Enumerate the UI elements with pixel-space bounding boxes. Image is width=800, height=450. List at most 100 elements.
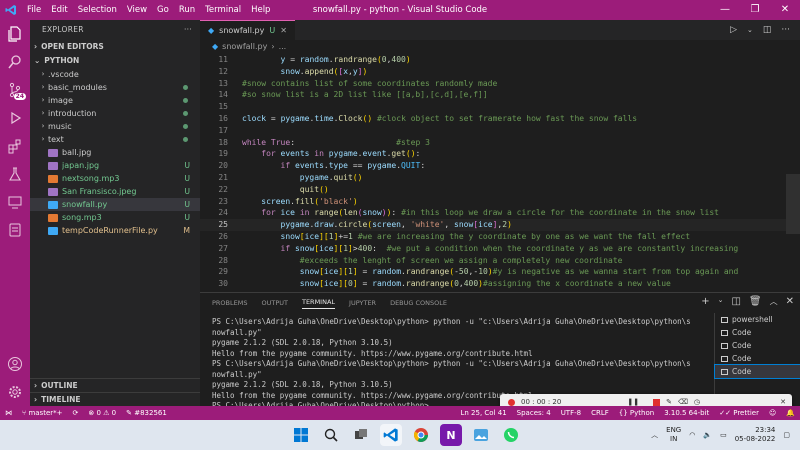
folder-section[interactable]: ⌄ PYTHON bbox=[30, 54, 200, 68]
wifi-icon[interactable]: ◠ bbox=[689, 431, 695, 439]
system-clock[interactable]: 23:34 05-08-2022 bbox=[735, 426, 776, 444]
terminal-instance[interactable]: powershell bbox=[715, 313, 800, 326]
volume-icon[interactable]: 🔈 bbox=[703, 431, 712, 439]
tab-debug-console[interactable]: DEBUG CONSOLE bbox=[390, 299, 447, 307]
onenote-icon[interactable]: N bbox=[440, 424, 462, 446]
close-panel-icon[interactable]: ✕ bbox=[786, 296, 794, 307]
minimize-button[interactable]: — bbox=[710, 0, 740, 20]
search-icon[interactable] bbox=[0, 48, 30, 76]
file-item[interactable]: japan.jpg U bbox=[30, 159, 200, 172]
code-line[interactable]: 23 screen.fill('black') bbox=[200, 196, 786, 208]
source-control-icon[interactable]: 24 bbox=[0, 76, 30, 104]
tab-jupyter[interactable]: JUPYTER bbox=[349, 299, 376, 307]
tab-problems[interactable]: PROBLEMS bbox=[212, 299, 247, 307]
code-line[interactable]: 27 if snow[ice][1]>400: #we put a condit… bbox=[200, 243, 786, 255]
new-terminal-icon[interactable]: + bbox=[701, 296, 709, 307]
encoding[interactable]: UTF-8 bbox=[556, 409, 586, 417]
tab-terminal[interactable]: TERMINAL bbox=[301, 298, 336, 309]
tab-snowfall-py[interactable]: ◆ snowfall.py U ✕ bbox=[200, 20, 295, 40]
problems-indicator[interactable]: ⊗ 0 ⚠ 0 bbox=[83, 409, 121, 417]
indentation[interactable]: Spaces: 4 bbox=[512, 409, 556, 417]
run-python-file-icon[interactable]: ▷ bbox=[730, 25, 737, 35]
code-line[interactable]: 12 snow.append([x,y]) bbox=[200, 66, 786, 78]
code-line[interactable]: 20 if events.type == pygame.QUIT: bbox=[200, 160, 786, 172]
file-item[interactable]: nextsong.mp3 U bbox=[30, 172, 200, 185]
code-line[interactable]: 21 pygame.quit() bbox=[200, 172, 786, 184]
trash-icon[interactable]: 🗑 bbox=[749, 296, 762, 307]
clock-icon[interactable]: ◷ bbox=[694, 398, 700, 406]
branch-indicator[interactable]: ⑂ master*+ bbox=[17, 409, 68, 417]
close-button[interactable]: ✕ bbox=[770, 0, 800, 20]
language-mode[interactable]: {} Python bbox=[614, 409, 659, 417]
menu-item-file[interactable]: File bbox=[22, 5, 46, 15]
timeline-section[interactable]: › TIMELINE bbox=[30, 393, 200, 407]
file-item[interactable]: tempCodeRunnerFile.py M bbox=[30, 224, 200, 237]
language-indicator[interactable]: ENG IN bbox=[666, 426, 681, 444]
menu-item-selection[interactable]: Selection bbox=[73, 5, 122, 15]
split-terminal-icon[interactable]: ◫ bbox=[731, 296, 740, 307]
folder-item[interactable]: › music bbox=[30, 120, 200, 133]
remote-icon[interactable]: ⋈ bbox=[0, 409, 17, 417]
file-item[interactable]: song.mp3 U bbox=[30, 211, 200, 224]
chevron-up-icon[interactable]: ︿ bbox=[651, 430, 658, 440]
folder-item[interactable]: › image bbox=[30, 94, 200, 107]
search-icon[interactable] bbox=[320, 424, 342, 446]
code-line[interactable]: 16 clock = pygame.time.Clock() #clock obj… bbox=[200, 113, 786, 125]
terminal-instance[interactable]: Code bbox=[714, 364, 800, 379]
minimap[interactable] bbox=[786, 54, 800, 290]
breadcrumb-file[interactable]: snowfall.py bbox=[222, 40, 267, 54]
code-line[interactable]: 19 for events in pygame.event.get(): bbox=[200, 148, 786, 160]
folder-item[interactable]: › basic_modules bbox=[30, 81, 200, 94]
terminal-instance[interactable]: Code bbox=[715, 352, 800, 365]
folder-item[interactable]: › .vscode bbox=[30, 68, 200, 81]
code-line[interactable]: 25 pygame.draw.circle(screen, 'white', s… bbox=[200, 219, 786, 231]
code-line[interactable]: 30 snow[ice][0] = random.randrange(0,400… bbox=[200, 278, 786, 290]
battery-icon[interactable]: ▭ bbox=[720, 431, 727, 439]
file-item[interactable]: snowfall.py U bbox=[30, 198, 200, 211]
prettier-status[interactable]: ✓✓ Prettier bbox=[714, 409, 764, 417]
whatsapp-icon[interactable] bbox=[500, 424, 522, 446]
notification-center-icon[interactable]: ▢ bbox=[783, 431, 790, 439]
terminal-instance[interactable]: Code bbox=[715, 339, 800, 352]
menu-item-go[interactable]: Go bbox=[152, 5, 174, 15]
jupyter-icon[interactable] bbox=[0, 216, 30, 244]
code-line[interactable]: 24 for ice in range(len(snow)): #in this… bbox=[200, 207, 786, 219]
tab-output[interactable]: OUTPUT bbox=[261, 299, 288, 307]
extensions-icon[interactable] bbox=[0, 132, 30, 160]
file-item[interactable]: San Fransisco.jpeg U bbox=[30, 185, 200, 198]
chevron-down-icon[interactable]: ⌄ bbox=[718, 296, 724, 307]
task-view-icon[interactable] bbox=[350, 424, 372, 446]
code-line[interactable]: 22 quit() bbox=[200, 184, 786, 196]
end-of-line[interactable]: CRLF bbox=[586, 409, 614, 417]
remote-explorer-icon[interactable] bbox=[0, 188, 30, 216]
folder-item[interactable]: › text bbox=[30, 133, 200, 146]
feedback-icon[interactable]: ☺ bbox=[764, 409, 781, 417]
photos-icon[interactable] bbox=[470, 424, 492, 446]
testing-icon[interactable] bbox=[0, 160, 30, 188]
chevron-down-icon[interactable]: ⌄ bbox=[747, 26, 753, 34]
code-line[interactable]: 26 snow[ice][1]+=1 #we are increasing th… bbox=[200, 231, 786, 243]
close-recorder-icon[interactable]: ✕ bbox=[780, 398, 786, 406]
code-editor[interactable]: 11 y = random.randrange(0,400) 12 snow.ap… bbox=[200, 54, 786, 290]
code-line[interactable]: 29 snow[ice][1] = random.randrange(-50,-… bbox=[200, 266, 786, 278]
chevron-up-icon[interactable]: ︿ bbox=[770, 296, 778, 307]
breadcrumb-more[interactable]: ... bbox=[279, 40, 287, 54]
more-actions-icon[interactable]: ··· bbox=[184, 20, 192, 40]
cursor-position[interactable]: Ln 25, Col 41 bbox=[456, 409, 512, 417]
settings-gear-icon[interactable] bbox=[0, 378, 30, 406]
code-line[interactable]: 17 bbox=[200, 125, 786, 137]
run-debug-icon[interactable] bbox=[0, 104, 30, 132]
explorer-icon[interactable] bbox=[0, 20, 30, 48]
close-tab-icon[interactable]: ✕ bbox=[280, 26, 287, 35]
color-code[interactable]: ✎ #832561 bbox=[121, 409, 172, 417]
eraser-icon[interactable]: ⌫ bbox=[678, 398, 688, 406]
notifications-bell-icon[interactable]: 🔔 bbox=[781, 409, 800, 417]
code-line[interactable]: 18 while True: #step 3 bbox=[200, 137, 786, 149]
menu-item-view[interactable]: View bbox=[122, 5, 152, 15]
stop-recording-icon[interactable] bbox=[653, 398, 661, 406]
code-line[interactable]: 13 #snow contains list of some coordinate… bbox=[200, 78, 786, 90]
menu-item-run[interactable]: Run bbox=[174, 5, 200, 15]
code-line[interactable]: 14 #so snow list is a 2D list like [[a,b]… bbox=[200, 89, 786, 101]
vscode-taskbar-icon[interactable] bbox=[380, 424, 402, 446]
more-actions-icon[interactable]: ··· bbox=[781, 25, 790, 35]
